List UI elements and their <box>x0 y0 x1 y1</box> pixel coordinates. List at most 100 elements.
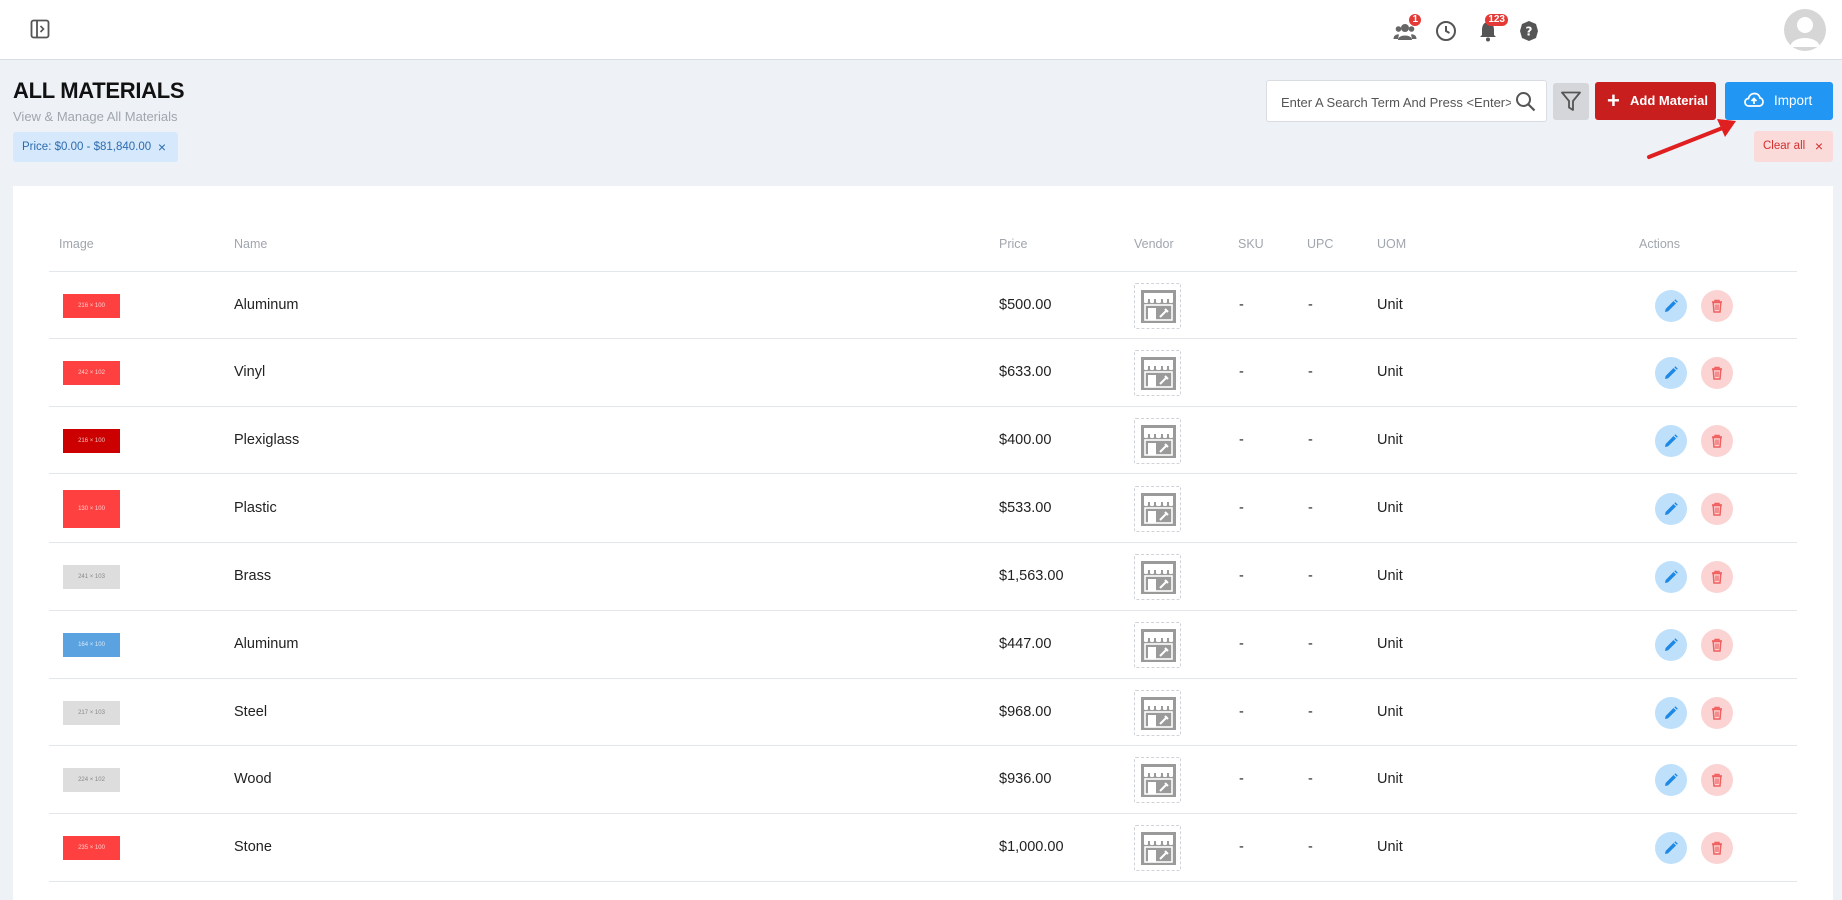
material-name: Brass <box>234 568 272 584</box>
material-uom: Unit <box>1377 636 1403 652</box>
material-thumbnail: 216 × 100 <box>63 429 120 453</box>
delete-button[interactable] <box>1701 357 1733 389</box>
column-header-sku: SKU <box>1238 237 1264 251</box>
column-header-actions: Actions <box>1639 237 1680 251</box>
material-upc: - <box>1308 636 1313 652</box>
vendor-logo <box>1134 690 1181 736</box>
delete-button[interactable] <box>1701 493 1733 525</box>
table-row: 235 × 100 Stone $1,000.00 - - Unit <box>49 814 1797 882</box>
material-upc: - <box>1308 364 1313 380</box>
table-row: 224 × 102 Wood $936.00 - - Unit <box>49 746 1797 814</box>
material-thumbnail: 224 × 102 <box>63 768 120 792</box>
material-upc: - <box>1308 297 1313 313</box>
column-header-name: Name <box>234 237 268 251</box>
vendor-logo <box>1134 486 1181 532</box>
delete-button[interactable] <box>1701 629 1733 661</box>
column-header-uom: UOM <box>1377 237 1407 251</box>
edit-button[interactable] <box>1655 290 1687 322</box>
vendor-logo <box>1134 757 1181 803</box>
material-thumbnail: 216 × 100 <box>63 294 120 318</box>
material-upc: - <box>1308 568 1313 584</box>
material-thumbnail: 242 × 102 <box>63 361 120 385</box>
table-row: 164 × 100 Aluminum $447.00 - - Unit <box>49 611 1797 679</box>
material-uom: Unit <box>1377 500 1403 516</box>
edit-button[interactable] <box>1655 629 1687 661</box>
cloud-upload-icon <box>1744 92 1764 107</box>
search-box <box>1266 80 1547 122</box>
edit-button[interactable] <box>1655 832 1687 864</box>
delete-button[interactable] <box>1701 561 1733 593</box>
column-header-vendor: Vendor <box>1134 237 1174 251</box>
search-input[interactable] <box>1281 92 1511 112</box>
materials-table-card: Image Name Price Vendor SKU UPC UOM Acti… <box>13 186 1833 900</box>
edit-button[interactable] <box>1655 764 1687 796</box>
delete-button[interactable] <box>1701 764 1733 796</box>
filter-chip-label: Price: $0.00 - $81,840.00 <box>22 141 152 153</box>
material-price: $936.00 <box>999 771 1052 787</box>
material-thumbnail: 241 × 103 <box>63 565 120 589</box>
material-sku: - <box>1239 432 1244 448</box>
material-name: Steel <box>234 704 268 720</box>
material-uom: Unit <box>1377 364 1403 380</box>
filter-icon <box>1561 91 1581 111</box>
edit-button[interactable] <box>1655 697 1687 729</box>
material-sku: - <box>1239 771 1244 787</box>
material-sku: - <box>1239 636 1244 652</box>
delete-button[interactable] <box>1701 290 1733 322</box>
delete-button[interactable] <box>1701 425 1733 457</box>
svg-text:?: ? <box>1526 25 1533 39</box>
edit-button[interactable] <box>1655 561 1687 593</box>
delete-button[interactable] <box>1701 697 1733 729</box>
material-thumbnail: 217 × 103 <box>63 701 120 725</box>
material-name: Plexiglass <box>234 432 300 448</box>
close-icon[interactable]: × <box>158 132 166 162</box>
material-thumbnail: 235 × 100 <box>63 836 120 860</box>
material-uom: Unit <box>1377 771 1403 787</box>
table-row: 241 × 103 Brass $1,563.00 - - Unit <box>49 543 1797 611</box>
material-uom: Unit <box>1377 297 1403 313</box>
material-price: $633.00 <box>999 364 1052 380</box>
help-icon[interactable]: ? <box>1517 19 1541 43</box>
material-upc: - <box>1308 771 1313 787</box>
table-row: 130 × 100 Plastic $533.00 - - Unit <box>49 474 1797 543</box>
material-upc: - <box>1308 500 1313 516</box>
sidebar-toggle-icon[interactable] <box>30 19 52 41</box>
team-badge: 1 <box>1409 14 1421 26</box>
filter-button[interactable] <box>1553 83 1589 120</box>
vendor-logo <box>1134 825 1181 871</box>
material-sku: - <box>1239 568 1244 584</box>
material-sku: - <box>1239 364 1244 380</box>
avatar[interactable] <box>1784 9 1826 51</box>
team-icon[interactable]: 1 <box>1393 14 1421 43</box>
material-price: $1,563.00 <box>999 568 1064 584</box>
clear-all-button[interactable]: Clear all × <box>1754 131 1833 162</box>
page-title: ALL MATERIALS <box>13 78 185 103</box>
page-subtitle: View & Manage All Materials <box>13 109 178 124</box>
clock-icon[interactable] <box>1434 19 1458 43</box>
edit-button[interactable] <box>1655 425 1687 457</box>
material-price: $400.00 <box>999 432 1052 448</box>
vendor-logo <box>1134 283 1181 329</box>
table-row: 216 × 100 Aluminum $500.00 - - Unit <box>49 273 1797 339</box>
price-filter-chip: Price: $0.00 - $81,840.00 × <box>13 132 178 162</box>
table-row: 217 × 103 Steel $968.00 - - Unit <box>49 679 1797 746</box>
delete-button[interactable] <box>1701 832 1733 864</box>
material-sku: - <box>1239 500 1244 516</box>
material-name: Vinyl <box>234 364 266 380</box>
clear-all-label: Clear all <box>1763 140 1806 152</box>
material-uom: Unit <box>1377 839 1403 855</box>
vendor-logo <box>1134 622 1181 668</box>
material-upc: - <box>1308 839 1313 855</box>
material-name: Aluminum <box>234 297 299 313</box>
search-icon[interactable] <box>1515 91 1536 112</box>
edit-button[interactable] <box>1655 357 1687 389</box>
material-name: Plastic <box>234 500 277 516</box>
vendor-logo <box>1134 350 1181 396</box>
edit-button[interactable] <box>1655 493 1687 525</box>
material-uom: Unit <box>1377 432 1403 448</box>
bell-icon[interactable]: 123 <box>1476 14 1508 43</box>
table-row: 242 × 102 Vinyl $633.00 - - Unit <box>49 339 1797 407</box>
material-sku: - <box>1239 839 1244 855</box>
material-price: $1,000.00 <box>999 839 1064 855</box>
material-name: Aluminum <box>234 636 299 652</box>
